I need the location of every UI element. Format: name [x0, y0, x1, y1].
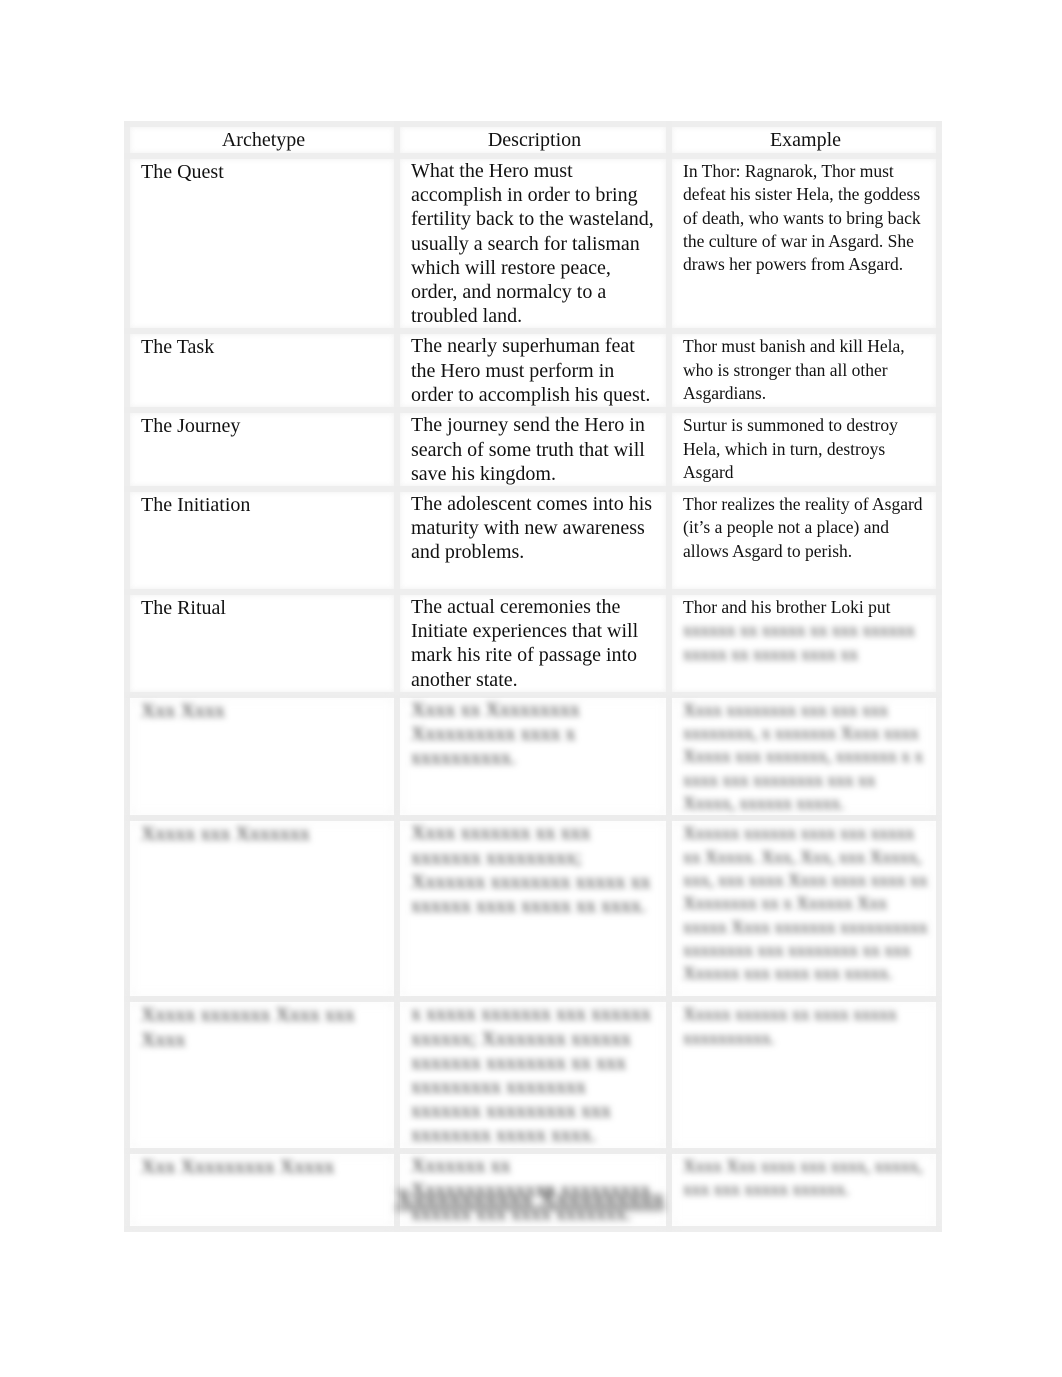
- archetype-cell: The Initiation: [124, 486, 400, 596]
- example-cell: Surtur is summoned to destroy Hela, whic…: [666, 407, 942, 493]
- description-cell: Xxxx xxxxxxx xx xxx xxxxxxx xxxxxxxxx; X…: [394, 815, 672, 1003]
- section-heading-obscured: Xxxxxxxxxxx Xxxxxxxxxx: [395, 1186, 665, 1212]
- archetype-cell: Xxx Xxxxxxxxx Xxxxx: [124, 1147, 400, 1233]
- archetype-cell: Xxx Xxxx: [124, 691, 400, 822]
- table-row-obscured: Xxxxx xxxxxxx Xxxx xxx Xxxx x xxxxx xxxx…: [124, 996, 942, 1154]
- archetypes-table: Archetype Description Example The Quest …: [124, 121, 942, 1233]
- example-cell: Xxxx Xxx xxxx xxx xxxx, xxxxx, xxx xxx x…: [666, 1147, 942, 1233]
- header-description: Description: [394, 121, 672, 159]
- archetype-cell: The Ritual: [124, 589, 400, 698]
- table-row: The Initiation The adolescent comes into…: [124, 486, 942, 596]
- header-example: Example: [666, 121, 942, 159]
- example-visible-text: Thor and his brother Loki put: [683, 597, 891, 618]
- description-cell: What the Hero must accomplish in order t…: [394, 152, 672, 335]
- example-cell: Thor and his brother Loki put xxxxxx xx …: [666, 589, 942, 698]
- archetype-cell: The Task: [124, 328, 400, 414]
- table-header-row: Archetype Description Example: [124, 121, 942, 159]
- example-cell: Thor must banish and kill Hela, who is s…: [666, 328, 942, 414]
- example-cell: Thor realizes the reality of Asgard (it’…: [666, 486, 942, 596]
- archetype-cell: The Quest: [124, 152, 400, 335]
- example-cell: Xxxx xxxxxxxx xxx xxx xxx xxxxxxxx, x xx…: [666, 691, 942, 822]
- table-row: The Journey The journey send the Hero in…: [124, 407, 942, 493]
- header-archetype: Archetype: [124, 121, 400, 159]
- description-cell: The adolescent comes into his maturity w…: [394, 486, 672, 596]
- archetype-cell: Xxxxx xxxxxxx Xxxx xxx Xxxx: [124, 996, 400, 1154]
- example-cell: In Thor: Ragnarok, Thor must defeat his …: [666, 152, 942, 335]
- description-cell: The actual ceremonies the Initiate exper…: [394, 589, 672, 698]
- description-cell: The nearly superhuman feat the Hero must…: [394, 328, 672, 414]
- table-row: The Quest What the Hero must accomplish …: [124, 152, 942, 335]
- archetypes-table-container: Archetype Description Example The Quest …: [124, 121, 942, 1233]
- example-obscured-text: xxxxxx xx xxxxx xx xxx xxxxxx xxxxx xx x…: [683, 620, 915, 664]
- example-cell: Xxxxx xxxxxx xx xxxx xxxxx xxxxxxxxxx.: [666, 996, 942, 1154]
- archetype-cell: The Journey: [124, 407, 400, 493]
- description-cell: The journey send the Hero in search of s…: [394, 407, 672, 493]
- table-row-obscured: Xxx Xxxx Xxxx xx Xxxxxxxxx Xxxxxxxxxx xx…: [124, 691, 942, 822]
- table-row: The Ritual The actual ceremonies the Ini…: [124, 589, 942, 698]
- description-cell: Xxxx xx Xxxxxxxxx Xxxxxxxxxx xxxx x xxxx…: [394, 691, 672, 822]
- table-row-obscured: Xxxxx xxx Xxxxxxx Xxxx xxxxxxx xx xxx xx…: [124, 815, 942, 1003]
- archetype-cell: Xxxxx xxx Xxxxxxx: [124, 815, 400, 1003]
- example-cell: Xxxxxx xxxxxx xxxx xxx xxxxx xx Xxxxx. X…: [666, 815, 942, 1003]
- table-row: The Task The nearly superhuman feat the …: [124, 328, 942, 414]
- description-cell: x xxxxx xxxxxxx xxx xxxxxx xxxxxx; Xxxxx…: [394, 996, 672, 1154]
